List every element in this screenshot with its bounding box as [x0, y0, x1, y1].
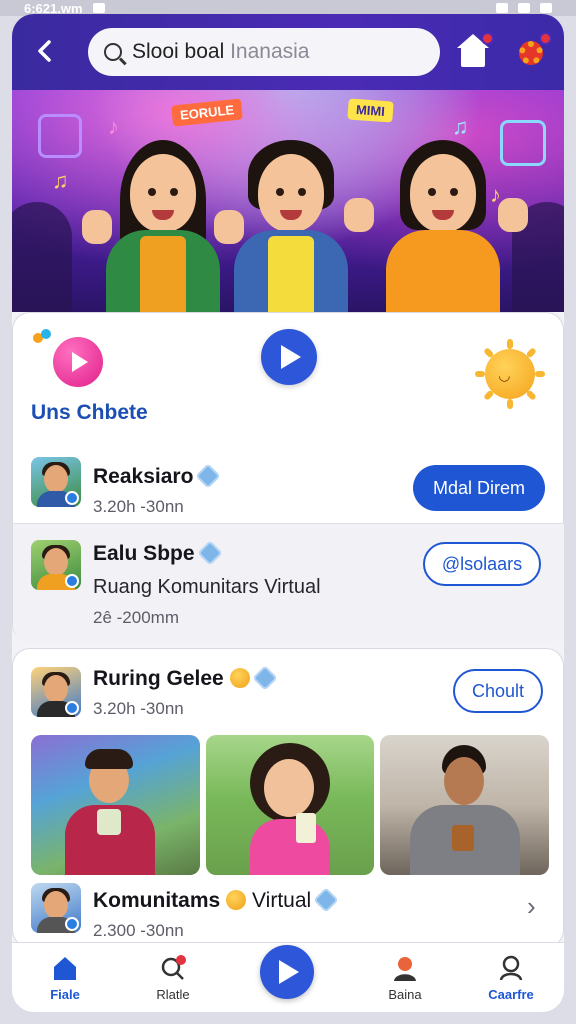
sun-icon: ◡ — [475, 339, 545, 409]
avatar — [31, 883, 81, 933]
bubble-icon — [33, 329, 53, 349]
item-title-text: Ealu Sbpe — [93, 542, 195, 565]
search-value: Slooi boal — [132, 40, 225, 63]
settings-status-icon — [92, 3, 105, 13]
gallery-photo[interactable] — [380, 735, 550, 875]
chat-button[interactable]: Choult — [453, 669, 543, 713]
play-icon — [72, 352, 88, 372]
settings-badge — [539, 32, 552, 45]
signal-icon — [518, 3, 530, 13]
avatar — [31, 457, 81, 507]
search-input[interactable]: Slooi boal Inanasia — [88, 28, 440, 76]
section-title: Uns Chbete — [31, 401, 148, 424]
play-icon — [279, 960, 299, 984]
search-notification-icon — [159, 955, 187, 981]
item-title: Komunitams Virtual — [93, 887, 339, 913]
nav-label: Baina — [388, 987, 422, 1002]
search-text: Slooi boal Inanasia — [132, 40, 309, 64]
gear-icon — [519, 41, 543, 65]
item-subtitle: 3.20h -30nn — [93, 497, 184, 516]
item-subtitle: 2ê -200mm — [93, 608, 179, 627]
hero-person-center — [216, 118, 374, 312]
verified-icon — [251, 665, 278, 691]
item-title: Reaksiaro — [93, 463, 222, 489]
item-title-suffix: Virtual — [252, 889, 312, 912]
nav-profile[interactable]: Caarfre — [466, 955, 556, 1002]
chevron-right-icon[interactable]: › — [527, 891, 536, 922]
play-button[interactable] — [261, 329, 317, 385]
nav-home[interactable]: Fiale — [20, 955, 110, 1002]
music-note-icon: ♫ — [52, 168, 69, 193]
hero-banner: EORULE MIMI ♫ ♪ ♫ ♪ — [12, 90, 564, 312]
hero-person-right — [368, 118, 528, 312]
gallery-photo[interactable] — [31, 735, 200, 875]
item-subtitle: 2.300 -30nn — [93, 921, 184, 940]
item-title-text: Ruring Gelee — [93, 667, 224, 690]
item-title-text: Komunitams — [93, 889, 221, 912]
home-icon — [457, 34, 489, 67]
app-window: Slooi boal Inanasia EORULE MIMI ♫ ♪ ♫ ♪ — [12, 14, 564, 1012]
list-item[interactable]: Reaksiaro 3.20h -30nn Mdal Direm — [13, 443, 564, 523]
wifi-icon — [496, 3, 508, 13]
featured-card: ◡ Uns Chbete Reaksiaro 3.20h -30nn Mdal … — [12, 312, 564, 643]
settings-button[interactable] — [514, 32, 552, 70]
profile-icon — [497, 955, 525, 981]
bottom-navigation: Fiale Rlatle Baina Caarfre — [12, 942, 564, 1012]
battery-icon — [540, 3, 552, 13]
avatar — [31, 667, 81, 717]
top-header: Slooi boal Inanasia — [12, 14, 564, 90]
list-item[interactable]: Ealu Sbpe Ruang Komunitars Virtual 2ê -2… — [13, 523, 564, 643]
play-icon — [281, 345, 301, 369]
search-placeholder: Inanasia — [230, 40, 310, 63]
smile-emoji-icon — [226, 890, 247, 910]
item-title: Ealu Sbpe — [93, 540, 223, 566]
nav-label: Fiale — [50, 987, 80, 1002]
verified-icon — [313, 887, 339, 913]
avatar — [31, 540, 81, 590]
search-icon — [104, 43, 122, 61]
status-right — [496, 3, 552, 13]
gallery-photo[interactable] — [205, 735, 375, 875]
smile-emoji-icon — [229, 668, 250, 688]
person-icon — [391, 955, 419, 981]
nav-people[interactable]: Baina — [360, 955, 450, 1002]
item-description: Ruang Komunitars Virtual — [93, 576, 321, 598]
nav-label: Rlatle — [156, 987, 190, 1002]
notification-badge — [481, 32, 494, 45]
photo-gallery — [31, 735, 550, 875]
item-title-text: Reaksiaro — [93, 465, 194, 488]
list-item[interactable]: Komunitams Virtual 2.300 -30nn — [13, 875, 564, 949]
music-frame-icon — [38, 114, 82, 158]
verified-icon — [196, 540, 223, 566]
verified-icon — [195, 463, 222, 489]
nav-play-button[interactable] — [260, 945, 314, 999]
list-item[interactable]: Ruring Gelee 3.20h -30nn Choult — [13, 649, 564, 733]
crowd-silhouette — [12, 202, 72, 312]
follow-button[interactable]: @lsolaars — [423, 542, 541, 586]
chevron-left-icon — [38, 40, 51, 62]
post-card: Ruring Gelee 3.20h -30nn Choult Komunita… — [12, 648, 564, 948]
item-subtitle: 3.20h -30nn — [93, 699, 184, 718]
home-notification-button[interactable] — [456, 32, 494, 70]
play-pink-button[interactable] — [53, 337, 103, 387]
home-icon — [51, 955, 79, 981]
nav-search[interactable]: Rlatle — [128, 955, 218, 1002]
item-title: Ruring Gelee — [93, 665, 278, 691]
nav-label: Caarfre — [488, 987, 534, 1002]
action-button[interactable]: Mdal Direm — [413, 465, 545, 511]
back-button[interactable] — [30, 36, 60, 68]
